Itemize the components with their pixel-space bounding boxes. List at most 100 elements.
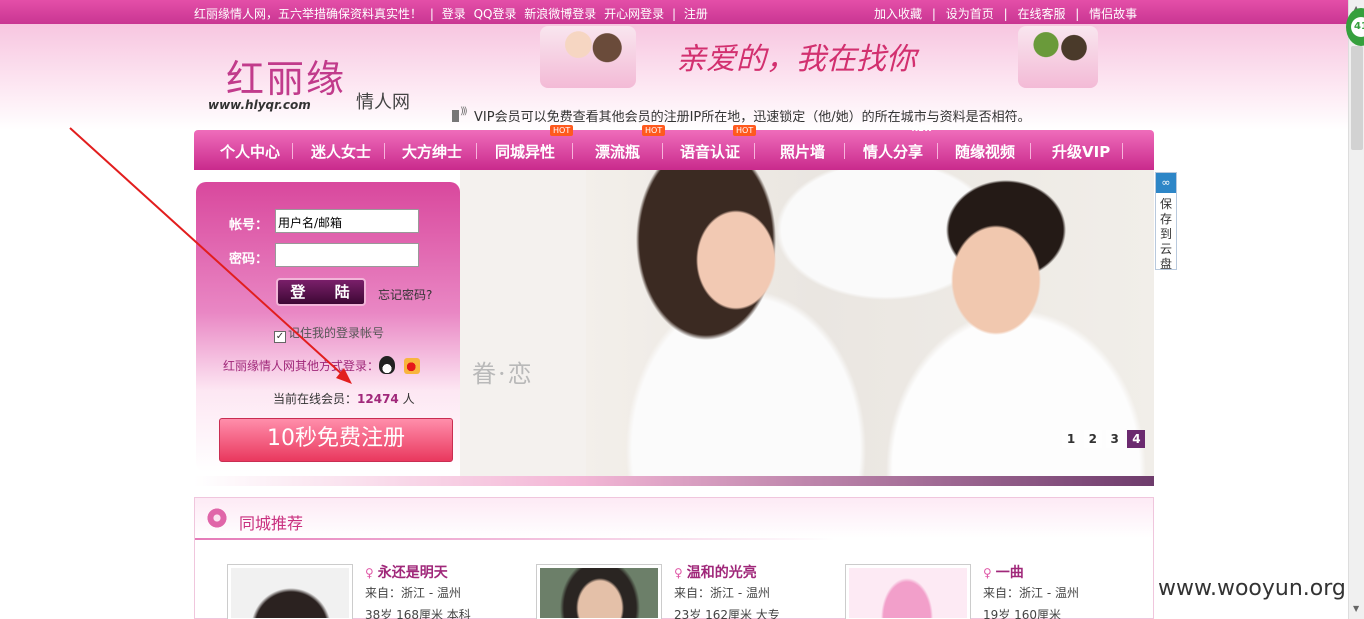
online-members: 当前在线会员：12474 人 (273, 390, 415, 407)
logo-subtext: 情人网 (356, 92, 410, 113)
slide-page-4[interactable]: 4 (1127, 430, 1146, 448)
section-title: 同城推荐 (239, 514, 304, 533)
nav-item-upgrade-vip[interactable]: 升级VIP (1052, 141, 1110, 162)
nav-item-ladies[interactable]: 迷人女士 (311, 141, 371, 162)
couple-illustration-left (540, 26, 636, 88)
member-info: 23岁 162厘米 大专 (674, 608, 780, 619)
slideshow-shadow (194, 476, 1154, 486)
flower-icon (205, 506, 229, 530)
login-panel: 帐号： 用户名/邮箱 密码： 登 陆 忘记密码? ✓ 记住我的登录帐号 红丽缘情人… (196, 182, 460, 472)
nav-item-gentlemen[interactable]: 大方绅士 (402, 141, 462, 162)
remember-label: 记住我的登录帐号 (288, 326, 385, 340)
account-input[interactable]: 用户名/邮箱 (275, 209, 419, 233)
hot-badge: HOT (733, 125, 757, 136)
forgot-password-link[interactable]: 忘记密码? (378, 286, 432, 303)
nav-item-voice-verify[interactable]: 语音认证 (680, 141, 740, 162)
slide-page-1[interactable]: 1 (1062, 430, 1080, 448)
divider: | (931, 7, 936, 21)
member-name[interactable]: 温和的光亮 (674, 562, 757, 582)
member-location: 来自：浙江 - 温州 (983, 586, 1079, 600)
save-to-cloud-tab[interactable]: ∞ 保存到云盘 (1155, 172, 1177, 271)
online-count: 12474 (357, 392, 399, 406)
nav-separator (1122, 143, 1123, 159)
scroll-down-icon[interactable]: ▼ (1353, 604, 1359, 613)
divider: | (429, 7, 434, 21)
member-info: 19岁 160厘米 (983, 608, 1061, 619)
member-name[interactable]: 一曲 (983, 562, 1024, 582)
top-bar: 红丽缘情人网，五六举措确保资料真实性！ | 登录 QQ登录 新浪微博登录 开心网… (0, 0, 1348, 24)
hot-badge: HOT (550, 125, 574, 136)
new-badge: NEW (912, 124, 933, 133)
logo-url: www.hlyqr.com (208, 98, 311, 112)
slide-page-2[interactable]: 2 (1083, 430, 1102, 448)
remember-checkbox[interactable]: ✓ (274, 331, 286, 343)
password-label: 密码： (229, 252, 269, 267)
qq-login-link[interactable]: QQ登录 (474, 7, 517, 21)
link-icon: ∞ (1156, 173, 1176, 193)
divider: | (1003, 7, 1008, 21)
logo-text: 红丽缘 (226, 57, 347, 101)
free-register-button[interactable]: 10秒免费注册 (219, 418, 453, 462)
slide-pagination: 1 2 3 4 (1062, 430, 1146, 448)
hero-slideshow[interactable]: 眷·恋 1 2 3 4 (460, 170, 1154, 476)
site-slogan-link[interactable]: 红丽缘情人网，五六举措确保资料真实性！ (194, 7, 422, 21)
member-photo[interactable] (227, 564, 353, 619)
nav-separator (1030, 143, 1031, 159)
nav-item-drift-bottle[interactable]: 漂流瓶 (595, 141, 640, 162)
save-to-cloud-label: 保存到云盘 (1160, 197, 1173, 271)
section-divider (195, 538, 835, 540)
speaker-icon (452, 106, 468, 122)
member-photo[interactable] (536, 564, 662, 619)
site-logo[interactable]: 红丽缘 情人网 www.hlyqr.com (206, 48, 426, 118)
remember-login[interactable]: ✓ 记住我的登录帐号 (274, 324, 384, 343)
nav-separator (844, 143, 845, 159)
nav-item-personal-center[interactable]: 个人中心 (220, 141, 280, 162)
password-input[interactable] (275, 243, 419, 267)
top-bar-right-links: 加入收藏 | 设为首页 | 在线客服 | 情侣故事 (874, 5, 1143, 22)
member-card[interactable]: 永还是明天 来自：浙江 - 温州 38岁 168厘米 本科 (227, 562, 527, 619)
header: 红丽缘 情人网 www.hlyqr.com 亲爱的，我在找你 VIP会员可以免费… (0, 24, 1348, 130)
nav-item-lover-share[interactable]: 情人分享 (863, 141, 923, 162)
banner-slogan: 亲爱的，我在找你 (676, 42, 916, 77)
scroll-thumb[interactable] (1351, 46, 1363, 150)
add-favorite-link[interactable]: 加入收藏 (874, 7, 922, 21)
member-name[interactable]: 永还是明天 (365, 562, 448, 582)
online-suffix: 人 (398, 392, 415, 406)
weibo-icon[interactable] (404, 358, 420, 374)
nav-separator (384, 143, 385, 159)
watermark: www.wooyun.org (1158, 576, 1346, 601)
nav-item-video[interactable]: 随缘视频 (955, 141, 1015, 162)
set-homepage-link[interactable]: 设为首页 (946, 7, 994, 21)
login-link[interactable]: 登录 (442, 7, 466, 21)
register-link[interactable]: 注册 (684, 7, 708, 21)
nav-item-same-city[interactable]: 同城异性 (495, 141, 555, 162)
main-nav: 个人中心 迷人女士 大方绅士 同城异性 HOT 漂流瓶 HOT 语音认证 HOT… (194, 124, 1154, 170)
nav-separator (754, 143, 755, 159)
nav-item-photo-wall[interactable]: 照片墙 (780, 141, 825, 162)
divider: | (1075, 7, 1080, 21)
member-card[interactable]: 一曲 来自：浙江 - 温州 19岁 160厘米 (845, 562, 1145, 619)
login-button[interactable]: 登 陆 (276, 278, 366, 306)
vip-notice-text: VIP会员可以免费查看其他会员的注册IP所在地，迅速锁定（他/她）的所在城市与资… (474, 110, 1031, 125)
slide-overlay-text: 眷·恋 (472, 360, 534, 388)
member-info: 38岁 168厘米 本科 (365, 608, 471, 619)
nav-separator (572, 143, 573, 159)
couple-illustration-right (1018, 26, 1098, 88)
online-service-link[interactable]: 在线客服 (1017, 7, 1065, 21)
account-label: 帐号： (229, 218, 269, 233)
couple-stories-link[interactable]: 情侣故事 (1089, 7, 1137, 21)
member-card[interactable]: 温和的光亮 来自：浙江 - 温州 23岁 162厘米 大专 (536, 562, 836, 619)
nav-separator (292, 143, 293, 159)
vertical-scrollbar[interactable]: ▲ ▼ (1348, 0, 1364, 619)
qq-icon[interactable] (379, 356, 395, 374)
nav-separator (476, 143, 477, 159)
weibo-login-link[interactable]: 新浪微博登录 (524, 7, 596, 21)
nav-separator (937, 143, 938, 159)
kaixin-login-link[interactable]: 开心网登录 (604, 7, 664, 21)
divider: | (671, 7, 677, 21)
nav-separator (662, 143, 663, 159)
slide-page-3[interactable]: 3 (1105, 430, 1124, 448)
hot-badge: HOT (642, 125, 666, 136)
header-banner: 亲爱的，我在找你 (540, 24, 1100, 90)
member-photo[interactable] (845, 564, 971, 619)
